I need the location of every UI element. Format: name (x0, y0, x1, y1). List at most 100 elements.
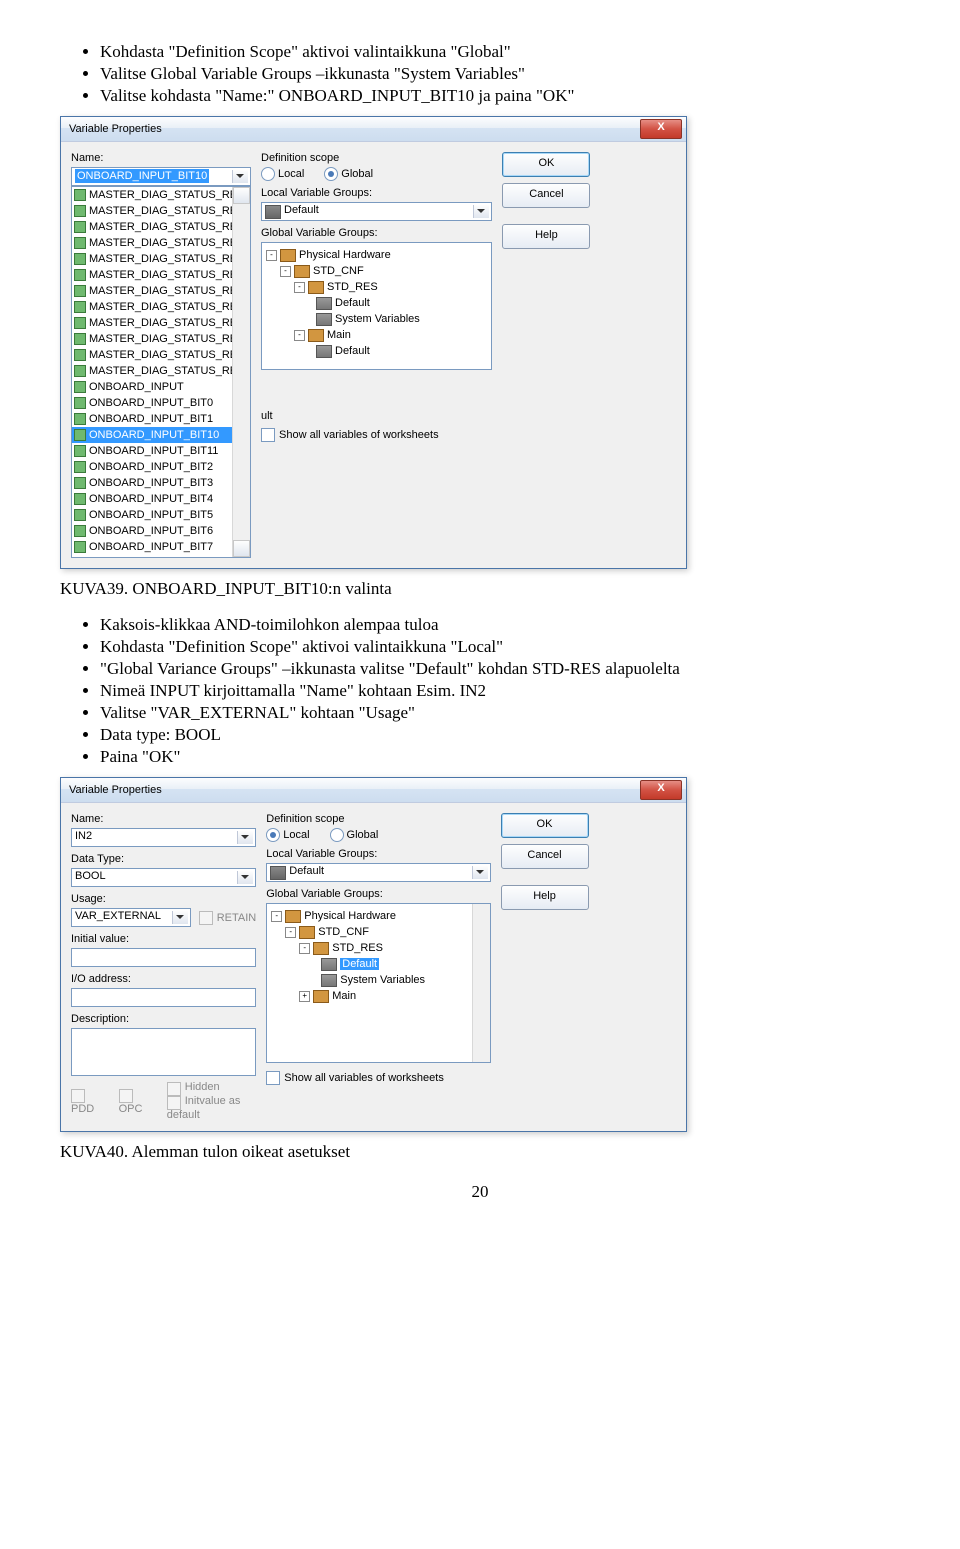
usage-combo[interactable]: VAR_EXTERNAL (71, 908, 191, 927)
radio-local[interactable]: Local (261, 167, 304, 181)
list-item[interactable]: MASTER_DIAG_STATUS_REG_RL (72, 283, 250, 299)
help-button[interactable]: Help (502, 224, 590, 249)
datatype-combo[interactable]: BOOL (71, 868, 256, 887)
list-item: Kohdasta "Definition Scope" aktivoi vali… (100, 637, 900, 657)
gvg-tree[interactable]: -Physical Hardware -STD_CNF -STD_RES Def… (261, 242, 492, 370)
dialog-title: Variable Properties (69, 123, 640, 135)
name-combo[interactable]: IN2 (71, 828, 256, 847)
gvg-tree[interactable]: -Physical Hardware -STD_CNF -STD_RES Def… (266, 903, 490, 1063)
list-item[interactable]: ONBOARD_INPUT_BIT1 (72, 411, 250, 427)
list-item[interactable]: MASTER_DIAG_STATUS_REG_US (72, 347, 250, 363)
name-listbox[interactable]: MASTER_DIAG_STATUS_REG_HIMASTER_DIAG_STA… (71, 186, 251, 558)
list-item[interactable]: ONBOARD_INPUT_BIT8 (72, 555, 250, 558)
radio-global[interactable]: Global (330, 828, 379, 842)
name-combo[interactable]: ONBOARD_INPUT_BIT10 (71, 167, 251, 186)
show-all-checkbox[interactable] (261, 428, 275, 442)
variable-icon (74, 541, 86, 553)
figure-caption-2: KUVA40. Alemman tulon oikeat asetukset (60, 1142, 900, 1162)
variable-icon (74, 333, 86, 345)
list-item[interactable]: MASTER_DIAG_STATUS_REG_QL (72, 235, 250, 251)
variable-icon (74, 381, 86, 393)
variable-icon (74, 365, 86, 377)
titlebar: Variable Properties X (61, 117, 686, 142)
folder-icon (313, 990, 329, 1003)
scrollbar[interactable] (472, 904, 490, 1062)
list-item[interactable]: MASTER_DIAG_STATUS_REG_SY (72, 331, 250, 347)
usage-label: Usage: (71, 893, 256, 905)
variable-properties-dialog-2: Variable Properties X Name: IN2 Data Typ… (60, 777, 687, 1132)
help-button[interactable]: Help (501, 885, 589, 910)
description-input[interactable] (71, 1028, 256, 1076)
radio-global[interactable]: Global (324, 167, 373, 181)
list-item[interactable]: ONBOARD_INPUT_BIT5 (72, 507, 250, 523)
list-item[interactable]: MASTER_DIAG_STATUS_REG_RC (72, 251, 250, 267)
list-item: Data type: BOOL (100, 725, 900, 745)
disk-icon (321, 958, 337, 971)
list-item[interactable]: ONBOARD_INPUT (72, 379, 250, 395)
io-address-input[interactable] (71, 988, 256, 1007)
scrollbar[interactable] (232, 187, 250, 557)
cancel-button[interactable]: Cancel (502, 183, 590, 208)
expander-icon[interactable]: - (285, 927, 296, 938)
list-item[interactable]: ONBOARD_INPUT_BIT2 (72, 459, 250, 475)
close-icon[interactable]: X (640, 119, 682, 139)
list-item[interactable]: ONBOARD_INPUT_BIT3 (72, 475, 250, 491)
radio-local[interactable]: Local (266, 828, 309, 842)
scope-label: Definition scope (261, 152, 492, 164)
ok-button[interactable]: OK (502, 152, 590, 177)
list-item[interactable]: MASTER_DIAG_STATUS_REG_SS (72, 299, 250, 315)
list-item[interactable]: ONBOARD_INPUT_BIT6 (72, 523, 250, 539)
list-item[interactable]: ONBOARD_INPUT_BIT11 (72, 443, 250, 459)
variable-icon (74, 429, 86, 441)
list-item: "Global Variance Groups" –ikkunasta vali… (100, 659, 900, 679)
list-item[interactable]: MASTER_DIAG_STATUS_REG_SY (72, 315, 250, 331)
lvg-label: Local Variable Groups: (261, 187, 492, 199)
list-item[interactable]: MASTER_DIAG_STATUS_REG_WA (72, 363, 250, 379)
gvg-label: Global Variable Groups: (266, 888, 490, 900)
name-value: IN2 (75, 830, 92, 842)
list-item[interactable]: ONBOARD_INPUT_BIT4 (72, 491, 250, 507)
cancel-button[interactable]: Cancel (501, 844, 589, 869)
variable-icon (74, 349, 86, 361)
list-item[interactable]: ONBOARD_INPUT_BIT0 (72, 395, 250, 411)
list-item[interactable]: ONBOARD_INPUT_BIT10 (72, 427, 250, 443)
list-item: Kohdasta "Definition Scope" aktivoi vali… (100, 42, 900, 62)
folder-icon (280, 249, 296, 262)
show-all-checkbox[interactable] (266, 1071, 280, 1085)
variable-icon (74, 237, 86, 249)
desc-label: Description: (71, 1013, 256, 1025)
list-item[interactable]: MASTER_DIAG_STATUS_REG_RE (72, 267, 250, 283)
list-item: Kaksois-klikkaa AND-toimilohkon alempaa … (100, 615, 900, 635)
expander-icon[interactable]: - (280, 266, 291, 277)
folder-icon (294, 265, 310, 278)
variable-icon (74, 397, 86, 409)
expander-icon[interactable]: - (266, 250, 277, 261)
expander-icon[interactable]: + (299, 991, 310, 1002)
list-item[interactable]: MASTER_DIAG_STATUS_REG_LO (72, 203, 250, 219)
lvg-combo[interactable]: Default (266, 863, 490, 882)
expander-icon[interactable]: - (294, 330, 305, 341)
ok-button[interactable]: OK (501, 813, 589, 838)
show-all-label: Show all variables of worksheets (279, 429, 439, 441)
name-label: Name: (71, 152, 251, 164)
variable-icon (74, 317, 86, 329)
name-label: Name: (71, 813, 256, 825)
variable-icon (74, 269, 86, 281)
expander-icon[interactable]: - (294, 282, 305, 293)
list-item[interactable]: ONBOARD_INPUT_BIT7 (72, 539, 250, 555)
ult-fragment: ult (261, 410, 273, 422)
expander-icon[interactable]: - (299, 943, 310, 954)
datatype-label: Data Type: (71, 853, 256, 865)
list-item[interactable]: MASTER_DIAG_STATUS_REG_PF (72, 219, 250, 235)
initial-value-input[interactable] (71, 948, 256, 967)
lvg-combo[interactable]: Default (261, 202, 492, 221)
figure-caption-1: KUVA39. ONBOARD_INPUT_BIT10:n valinta (60, 579, 900, 599)
variable-icon (74, 221, 86, 233)
list-item[interactable]: MASTER_DIAG_STATUS_REG_HI (72, 187, 250, 203)
close-icon[interactable]: X (640, 780, 682, 800)
variable-icon (74, 477, 86, 489)
expander-icon[interactable]: - (271, 911, 282, 922)
variable-icon (74, 461, 86, 473)
gvg-label: Global Variable Groups: (261, 227, 492, 239)
titlebar: Variable Properties X (61, 778, 686, 803)
